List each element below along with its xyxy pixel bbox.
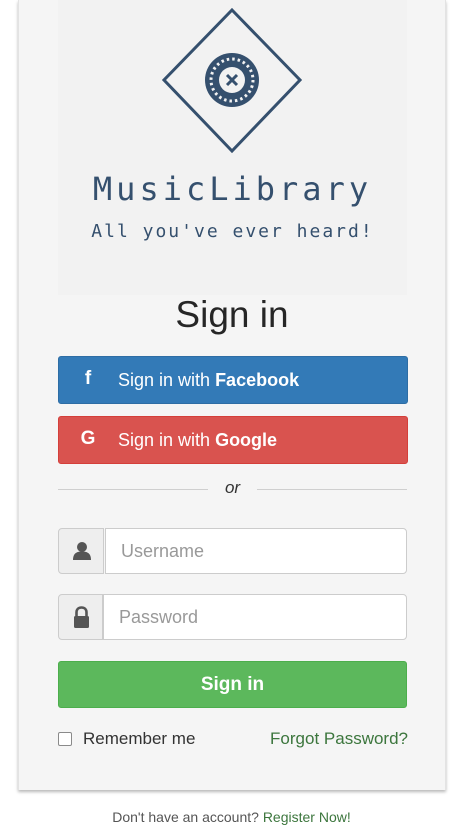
password-addon [58,594,103,640]
facebook-signin-label: Sign in with Facebook [118,370,300,390]
register-prompt-text: Don't have an account? [112,809,259,825]
app-tagline: All you've ever heard! [91,221,374,242]
divider-text: or [224,478,241,497]
username-input[interactable] [105,528,407,574]
lock-icon [74,606,89,628]
facebook-signin-button[interactable]: f Sign in with Facebook [58,356,408,404]
register-link[interactable]: Register Now! [263,809,351,825]
username-group [58,528,407,574]
user-icon [73,542,91,560]
register-prompt: Don't have an account? Register Now! [0,809,463,825]
remember-me-label: Remember me [83,729,196,748]
or-divider: or [58,476,407,502]
google-icon: G [80,428,96,449]
signin-button[interactable]: Sign in [58,661,407,708]
password-group [58,594,407,640]
logo: MusicLibrary All you've ever heard! [58,0,407,295]
facebook-icon: f [84,368,92,389]
remember-me-checkbox[interactable] [58,732,72,746]
username-addon [58,528,104,574]
vinyl-record-icon [162,8,302,153]
password-input[interactable] [103,594,407,640]
divider-line-right [257,489,407,490]
forgot-password-link[interactable]: Forgot Password? [270,729,408,749]
google-signin-button[interactable]: G Sign in with Google [58,416,408,464]
google-signin-label: Sign in with Google [118,430,278,450]
app-title: MusicLibrary [92,170,373,208]
page-title: Sign in [175,294,289,335]
login-card: MusicLibrary All you've ever heard! Sign… [18,0,446,790]
